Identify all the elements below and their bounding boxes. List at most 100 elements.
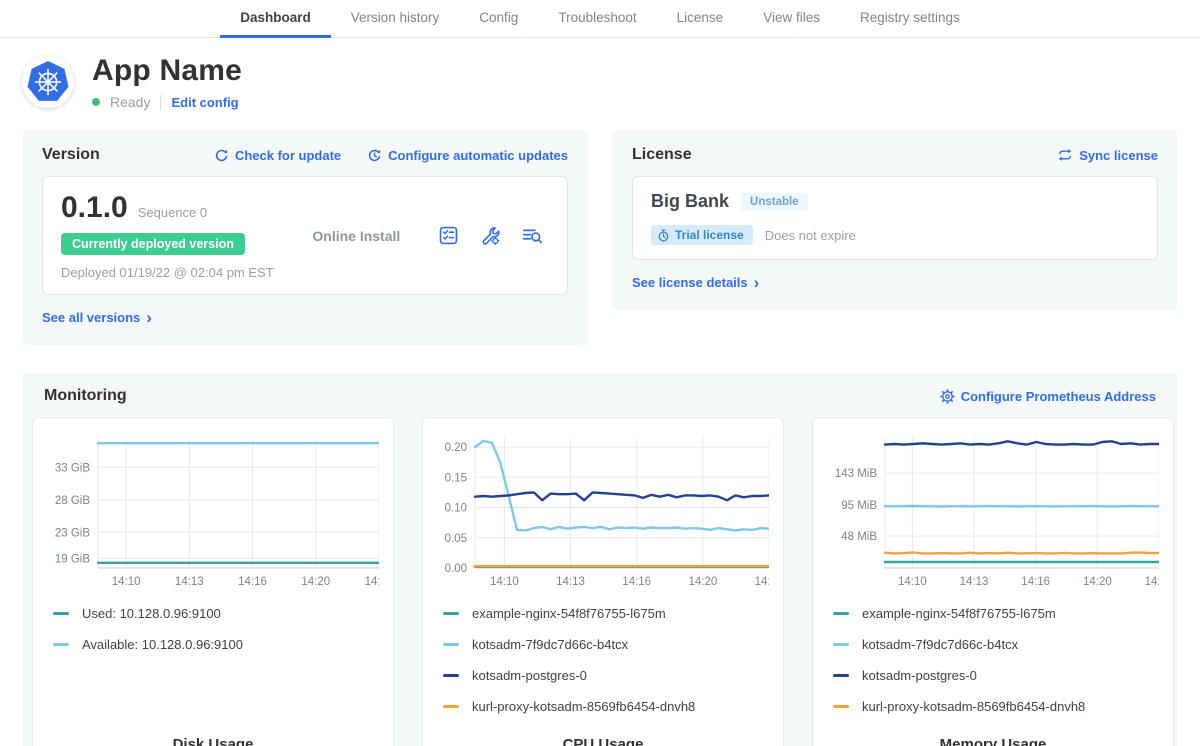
chevron-right-icon: ›	[146, 313, 152, 323]
deploy-logs-button[interactable]	[522, 226, 543, 245]
tab-version-history[interactable]: Version history	[331, 0, 460, 38]
svg-text:14:13: 14:13	[556, 576, 585, 588]
legend-item: kotsadm-postgres-0	[833, 668, 1153, 683]
svg-text:14:23: 14:23	[365, 576, 379, 588]
legend-color-dash	[443, 643, 459, 646]
legend-item: kurl-proxy-kotsadm-8569fb6454-dnvh8	[443, 699, 763, 714]
page-title: App Name	[92, 54, 242, 88]
legend-label: kotsadm-7f9dc7d66c-b4tcx	[472, 637, 628, 652]
status-badge: Ready	[110, 94, 150, 110]
svg-text:14:20: 14:20	[1083, 576, 1112, 588]
legend-label: kotsadm-postgres-0	[862, 668, 977, 683]
sync-arrows-icon	[1057, 148, 1073, 162]
svg-text:0.05: 0.05	[445, 533, 467, 545]
tab-config[interactable]: Config	[459, 0, 538, 38]
configure-prometheus-link[interactable]: Configure Prometheus Address	[940, 389, 1156, 404]
chart-title: CPU Usage	[437, 730, 769, 746]
legend-item: Available: 10.128.0.96:9100	[53, 637, 373, 652]
app-logo	[22, 56, 74, 108]
version-card-title: Version	[42, 146, 100, 164]
status-dot	[92, 98, 100, 106]
stopwatch-icon	[657, 229, 670, 242]
install-type-label: Online Install	[274, 228, 439, 244]
schedule-clock-icon	[367, 148, 382, 163]
edit-config-values-button[interactable]	[480, 226, 500, 245]
legend-label: Used: 10.128.0.96:9100	[82, 606, 221, 621]
license-card-title: License	[632, 146, 692, 164]
kubernetes-logo-icon	[25, 59, 71, 105]
legend-label: example-nginx-54f8f76755-l675m	[472, 606, 666, 621]
legend-label: kotsadm-7f9dc7d66c-b4tcx	[862, 637, 1018, 652]
preflight-checks-button[interactable]	[439, 226, 458, 245]
configure-automatic-updates-button[interactable]: Configure automatic updates	[367, 148, 568, 163]
svg-text:143 MiB: 143 MiB	[835, 468, 878, 480]
top-navigation: Dashboard Version history Config Trouble…	[0, 0, 1200, 38]
legend-item: Used: 10.128.0.96:9100	[53, 606, 373, 621]
svg-text:95 MiB: 95 MiB	[841, 500, 877, 512]
deploy-logs-icon	[522, 226, 543, 245]
sync-license-button[interactable]: Sync license	[1057, 148, 1158, 163]
legend-color-dash	[833, 643, 849, 646]
tab-registry-settings[interactable]: Registry settings	[840, 0, 980, 38]
expiry-label: Does not expire	[765, 228, 856, 243]
chart-title: Memory Usage	[827, 730, 1159, 746]
deployed-version-row: 0.1.0 Sequence 0 Currently deployed vers…	[42, 176, 568, 295]
divider	[160, 95, 161, 110]
legend-item: kotsadm-7f9dc7d66c-b4tcx	[443, 637, 763, 652]
svg-text:0.15: 0.15	[445, 472, 467, 484]
chart-card-memory-usage: 48 MiB95 MiB143 MiB14:1014:1314:1614:201…	[812, 417, 1174, 746]
legend-label: example-nginx-54f8f76755-l675m	[862, 606, 1056, 621]
see-all-versions-link[interactable]: See all versions ›	[42, 310, 152, 325]
check-for-update-button[interactable]: Check for update	[214, 148, 341, 163]
preflight-checks-icon	[439, 226, 458, 245]
currently-deployed-badge: Currently deployed version	[61, 233, 245, 255]
legend-color-dash	[53, 612, 69, 615]
svg-text:14:10: 14:10	[112, 576, 141, 588]
chart-card-cpu-usage: 0.000.050.100.150.2014:1014:1314:1614:20…	[422, 417, 784, 746]
app-header: App Name Ready Edit config	[0, 38, 1200, 120]
monitoring-title: Monitoring	[44, 387, 127, 405]
svg-text:14:23: 14:23	[755, 576, 769, 588]
legend-color-dash	[53, 643, 69, 646]
svg-text:14:16: 14:16	[238, 576, 267, 588]
edit-config-link[interactable]: Edit config	[171, 95, 238, 110]
svg-text:19 GiB: 19 GiB	[55, 553, 90, 565]
tab-view-files[interactable]: View files	[743, 0, 840, 38]
legend-label: kurl-proxy-kotsadm-8569fb6454-dnvh8	[472, 699, 695, 714]
tab-dashboard[interactable]: Dashboard	[220, 0, 331, 38]
chart-legend: example-nginx-54f8f76755-l675m kotsadm-7f…	[443, 606, 763, 730]
sequence-label: Sequence 0	[138, 205, 207, 220]
tab-troubleshoot[interactable]: Troubleshoot	[538, 0, 656, 38]
license-details-row: Big Bank Unstable Trial license Does not…	[632, 176, 1158, 260]
legend-color-dash	[443, 705, 459, 708]
svg-text:14:16: 14:16	[1021, 576, 1050, 588]
see-license-details-link[interactable]: See license details ›	[632, 275, 759, 290]
legend-label: Available: 10.128.0.96:9100	[82, 637, 243, 652]
version-number: 0.1.0	[61, 191, 128, 225]
channel-badge: Unstable	[741, 193, 808, 211]
svg-text:0.20: 0.20	[445, 442, 467, 454]
license-type-badge: Trial license	[651, 225, 753, 245]
tab-license[interactable]: License	[657, 0, 744, 38]
legend-color-dash	[833, 674, 849, 677]
deployed-timestamp: Deployed 01/19/22 @ 02:04 pm EST	[61, 265, 274, 280]
legend-color-dash	[443, 674, 459, 677]
svg-text:14:20: 14:20	[301, 576, 330, 588]
license-card: License Sync license Big Bank Unstable	[612, 130, 1178, 310]
svg-text:0.10: 0.10	[445, 503, 467, 515]
svg-text:14:13: 14:13	[175, 576, 204, 588]
svg-text:23 GiB: 23 GiB	[55, 527, 90, 539]
legend-label: kotsadm-postgres-0	[472, 668, 587, 683]
chevron-right-icon: ›	[754, 278, 760, 288]
chart-plot: 48 MiB95 MiB143 MiB14:1014:1314:1614:201…	[827, 430, 1159, 592]
svg-text:14:10: 14:10	[898, 576, 927, 588]
svg-text:14:23: 14:23	[1145, 576, 1159, 588]
legend-item: kotsadm-7f9dc7d66c-b4tcx	[833, 637, 1153, 652]
chart-plot: 19 GiB23 GiB28 GiB33 GiB14:1014:1314:161…	[47, 430, 379, 592]
refresh-icon	[214, 148, 229, 163]
svg-text:33 GiB: 33 GiB	[55, 462, 90, 474]
legend-item: kotsadm-postgres-0	[443, 668, 763, 683]
charts-row: 19 GiB23 GiB28 GiB33 GiB14:1014:1314:161…	[32, 417, 1168, 746]
legend-label: kurl-proxy-kotsadm-8569fb6454-dnvh8	[862, 699, 1085, 714]
svg-text:14:20: 14:20	[688, 576, 717, 588]
